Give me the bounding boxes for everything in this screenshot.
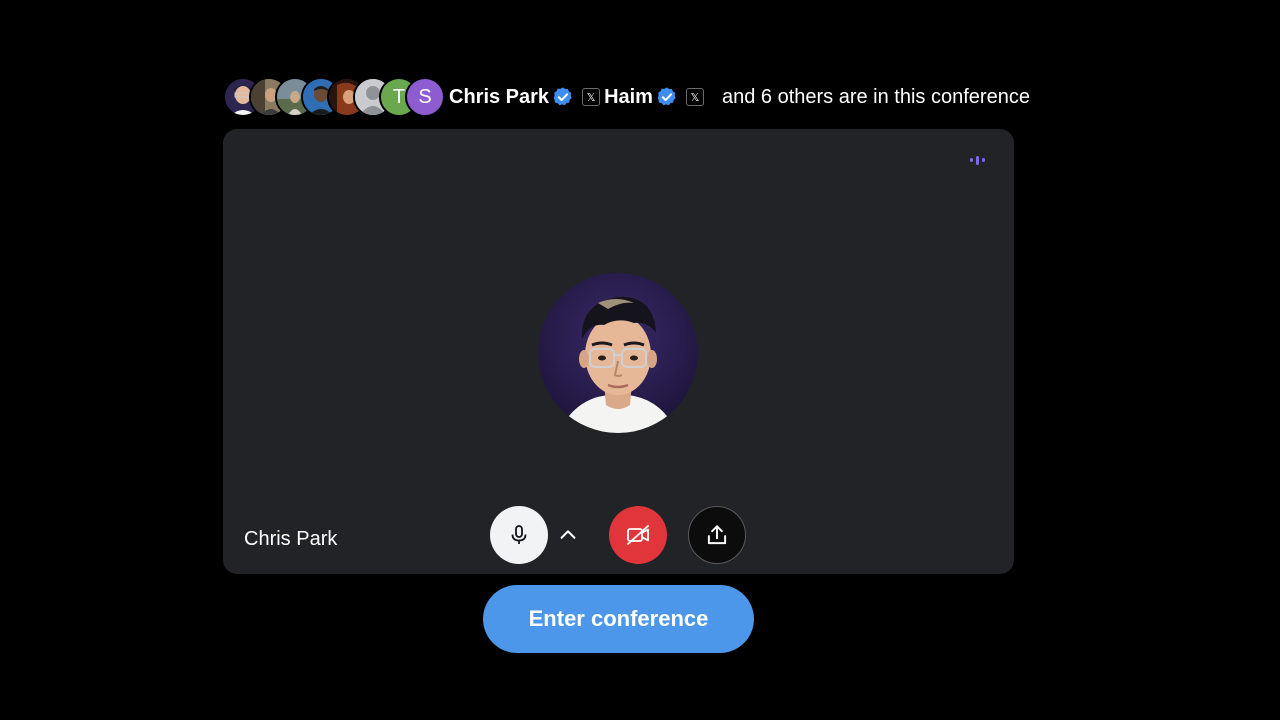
participant-name[interactable]: Haim: [604, 86, 653, 109]
participant-name[interactable]: Chris Park: [449, 86, 549, 109]
verified-badge-icon: [552, 86, 574, 108]
share-upload-icon: [707, 525, 727, 545]
avatar-initial: T: [392, 85, 406, 108]
participants-summary: Chris Park 𝕏 Haim 𝕏 and 6 others are in …: [449, 86, 1030, 109]
enter-conference-button[interactable]: Enter conference: [483, 585, 754, 653]
microphone-options-button[interactable]: [555, 522, 581, 548]
avatar-initial: S: [418, 85, 432, 108]
speaker-avatar: [538, 273, 698, 433]
x-logo-icon: 𝕏: [582, 88, 601, 106]
conference-lobby: T S Chris Park 𝕏 Haim 𝕏 and 6 others are…: [0, 0, 1280, 720]
share-button[interactable]: [688, 506, 746, 564]
chevron-up-icon: [560, 530, 576, 539]
microphone-icon: [511, 525, 527, 544]
audio-level-icon: [970, 153, 990, 167]
speaker-name-label: Chris Park: [244, 528, 338, 550]
x-logo-icon: 𝕏: [685, 88, 704, 106]
participant-avatar-initial: S: [405, 77, 445, 117]
microphone-button[interactable]: [490, 506, 548, 564]
camera-off-icon: [627, 525, 649, 545]
verified-badge-icon: [656, 86, 678, 108]
camera-toggle-button[interactable]: [609, 506, 667, 564]
portrait-photo-icon: [538, 273, 698, 433]
participants-header: T S Chris Park 𝕏 Haim 𝕏 and 6 others are…: [223, 76, 1030, 118]
others-count-text: and 6 others are in this conference: [721, 85, 1030, 108]
participant-avatar-stack[interactable]: T S: [223, 76, 449, 118]
